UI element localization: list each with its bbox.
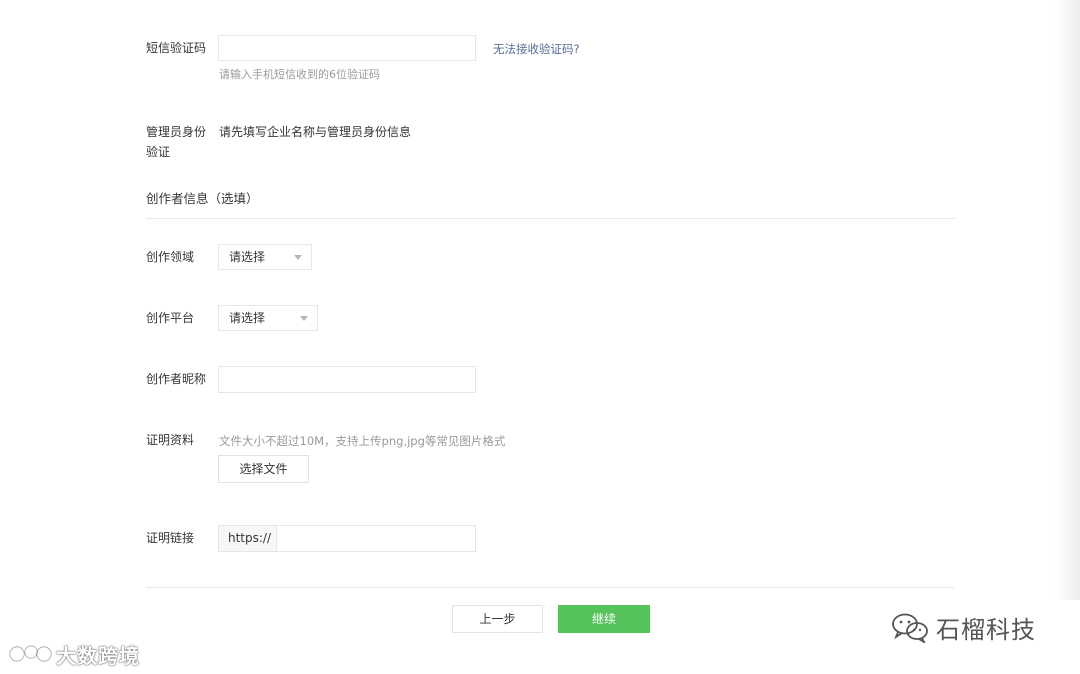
admin-verify-text: 请先填写企业名称与管理员身份信息	[219, 125, 412, 139]
proof-link-input[interactable]	[277, 526, 475, 551]
chevron-down-icon	[294, 255, 302, 260]
admin-verify-label-line1: 管理员身份	[146, 125, 207, 139]
sms-code-label: 短信验证码	[146, 41, 207, 55]
page-edge-shadow	[1054, 0, 1080, 600]
creation-field-selected: 请选择	[229, 250, 266, 264]
previous-step-button[interactable]: 上一步	[452, 605, 543, 633]
section-divider	[146, 218, 956, 219]
creation-platform-select[interactable]: 请选择	[218, 305, 318, 331]
admin-verify-label: 管理员身份 验证	[146, 122, 206, 162]
chevron-down-icon	[300, 316, 308, 321]
watermark-right-text: 石榴科技	[936, 615, 1036, 644]
creation-platform-label: 创作平台	[146, 311, 195, 325]
sms-code-hint: 请输入手机短信收到的6位验证码	[219, 68, 380, 81]
creation-field-select[interactable]: 请选择	[218, 244, 312, 270]
watermark-left-text: 大数跨境	[56, 643, 140, 668]
watermark-left: 大数跨境	[8, 639, 140, 669]
proof-link-label: 证明链接	[146, 531, 195, 545]
creation-platform-selected: 请选择	[229, 311, 266, 325]
sms-code-input[interactable]	[218, 35, 476, 61]
creator-nickname-label: 创作者昵称	[146, 372, 207, 386]
choose-file-button[interactable]: 选择文件	[218, 455, 309, 483]
cannot-receive-code-link[interactable]: 无法接收验证码?	[493, 41, 580, 57]
creation-field-label: 创作领域	[146, 250, 195, 264]
proof-material-label: 证明资料	[146, 433, 195, 447]
wechat-icon	[892, 613, 928, 643]
footer-divider	[146, 587, 954, 588]
watermark-right: 石榴科技	[890, 608, 1036, 646]
creator-nickname-input[interactable]	[218, 366, 476, 393]
continue-button[interactable]: 继续	[558, 605, 650, 633]
creator-info-section-title: 创作者信息（选填）	[146, 191, 259, 206]
proof-link-input-group: https://	[218, 525, 476, 552]
brand-logo-icon	[9, 645, 52, 662]
url-prefix-addon: https://	[219, 526, 277, 551]
admin-verify-label-line2: 验证	[146, 145, 171, 159]
proof-material-hint: 文件大小不超过10M，支持上传png,jpg等常见图片格式	[219, 434, 506, 448]
